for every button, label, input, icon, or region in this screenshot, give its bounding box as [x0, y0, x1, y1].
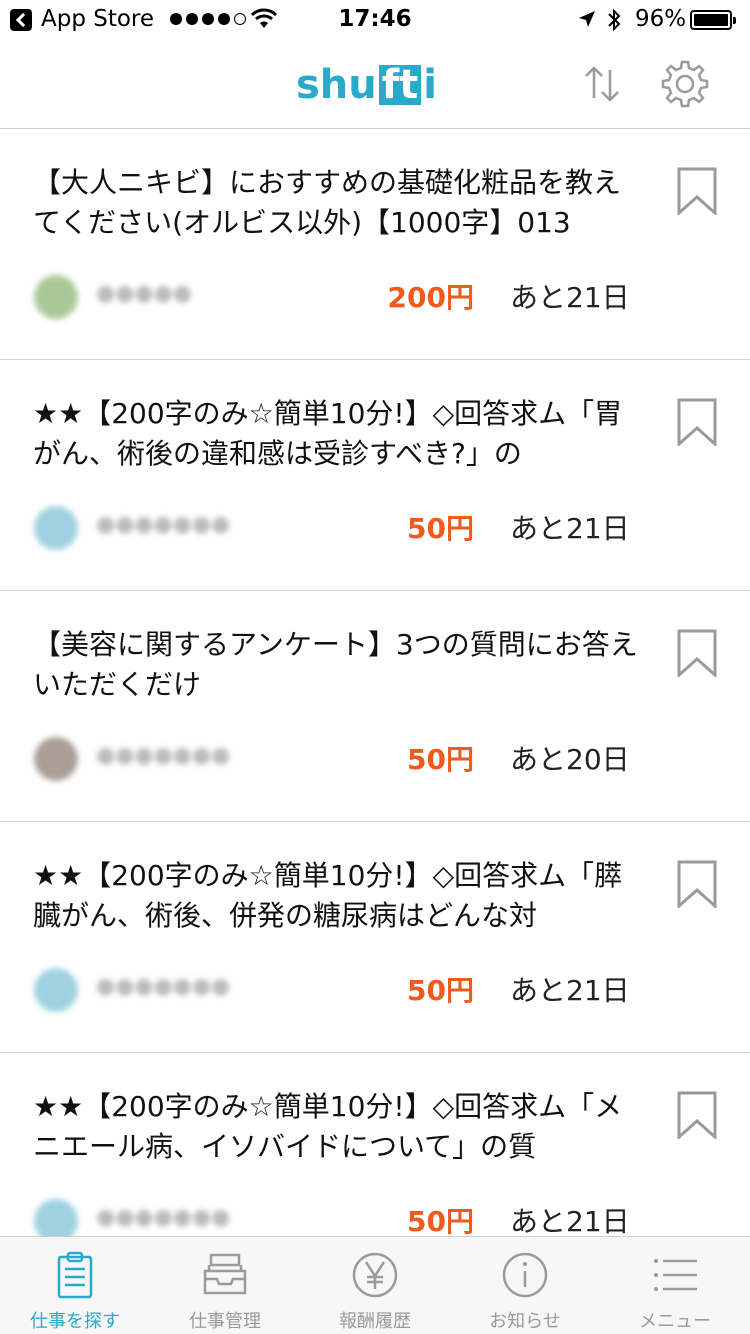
- inbox-tray-icon: [203, 1253, 247, 1295]
- reward-price: 200円: [387, 281, 474, 314]
- job-title[interactable]: 【大人ニキビ】におすすめの基礎化粧品を教えてください(オルビス以外)【1000字…: [33, 163, 643, 243]
- bookmark-icon[interactable]: [676, 860, 718, 908]
- info-icon: [502, 1252, 548, 1298]
- bluetooth-icon: [608, 8, 621, 32]
- bookmark-icon[interactable]: [676, 398, 718, 446]
- avatar: [34, 968, 78, 1012]
- job-list: 【大人ニキビ】におすすめの基礎化粧品を教えてください(オルビス以外)【1000字…: [0, 129, 750, 1284]
- job-title[interactable]: ★★【200字のみ☆簡単10分!】◇回答求ム「胃がん、術後の違和感は受診すべき?…: [33, 394, 643, 474]
- days-remaining: あと20日: [510, 743, 630, 776]
- reward-price: 50円: [407, 743, 474, 776]
- job-title[interactable]: ★★【200字のみ☆簡単10分!】◇回答求ム「メニエール病、イソバイドについて」…: [33, 1087, 643, 1167]
- settings-gear-icon[interactable]: [660, 59, 710, 109]
- shufti-logo: shu ft i: [296, 62, 438, 108]
- username-blurred: ●●●●●●●: [96, 743, 231, 768]
- job-title[interactable]: 【美容に関するアンケート】3つの質問にお答えいただくだけ: [33, 625, 643, 705]
- username-blurred: ●●●●●●●: [96, 1205, 231, 1230]
- bookmark-icon[interactable]: [676, 167, 718, 215]
- days-remaining: あと21日: [510, 1205, 630, 1238]
- tab-label: 報酬履歴: [339, 1311, 411, 1332]
- battery-percent: 96%: [635, 6, 687, 32]
- yen-icon: [352, 1252, 398, 1298]
- tab-bar: 仕事を探す 仕事管理 報酬履歴 お知らせ メニュー: [0, 1236, 750, 1334]
- clipboard-icon: [57, 1251, 93, 1299]
- tab-menu[interactable]: メニュー: [600, 1237, 750, 1334]
- tab-label: 仕事管理: [189, 1311, 261, 1332]
- avatar: [34, 737, 78, 781]
- username-blurred: ●●●●●●●: [96, 974, 231, 999]
- job-item[interactable]: 【美容に関するアンケート】3つの質問にお答えいただくだけ ●●●●●●● 50円…: [0, 591, 750, 822]
- username-blurred: ●●●●●: [96, 281, 192, 306]
- reward-price: 50円: [407, 974, 474, 1007]
- menu-list-icon: [654, 1259, 697, 1291]
- reward-price: 50円: [407, 1205, 474, 1238]
- reward-price: 50円: [407, 512, 474, 545]
- nav-bar: shu ft i: [0, 40, 750, 129]
- tab-find-jobs[interactable]: 仕事を探す: [0, 1237, 150, 1334]
- tab-label: メニュー: [639, 1311, 711, 1332]
- screen: App Store 17:46 96% shu ft i 【大人ニキビ】におすす…: [0, 0, 750, 1334]
- tab-reward-history[interactable]: 報酬履歴: [300, 1237, 450, 1334]
- bookmark-icon[interactable]: [676, 1091, 718, 1139]
- tab-notifications[interactable]: お知らせ: [450, 1237, 600, 1334]
- tab-label: お知らせ: [489, 1311, 561, 1332]
- tab-job-management[interactable]: 仕事管理: [150, 1237, 300, 1334]
- bookmark-icon[interactable]: [676, 629, 718, 677]
- avatar: [34, 506, 78, 550]
- status-bar: App Store 17:46 96%: [0, 0, 750, 40]
- battery-icon: [690, 10, 736, 30]
- location-arrow-icon: [579, 11, 595, 27]
- job-item[interactable]: ★★【200字のみ☆簡単10分!】◇回答求ム「膵臓がん、術後、併発の糖尿病はどん…: [0, 822, 750, 1053]
- sort-icon[interactable]: [582, 64, 622, 104]
- days-remaining: あと21日: [510, 512, 630, 545]
- days-remaining: あと21日: [510, 974, 630, 1007]
- days-remaining: あと21日: [510, 281, 630, 314]
- avatar: [34, 275, 78, 319]
- job-item[interactable]: ★★【200字のみ☆簡単10分!】◇回答求ム「胃がん、術後の違和感は受診すべき?…: [0, 360, 750, 591]
- tab-label: 仕事を探す: [30, 1311, 120, 1332]
- job-item[interactable]: 【大人ニキビ】におすすめの基礎化粧品を教えてください(オルビス以外)【1000字…: [0, 129, 750, 360]
- username-blurred: ●●●●●●●: [96, 512, 231, 537]
- job-title[interactable]: ★★【200字のみ☆簡単10分!】◇回答求ム「膵臓がん、術後、併発の糖尿病はどん…: [33, 856, 643, 936]
